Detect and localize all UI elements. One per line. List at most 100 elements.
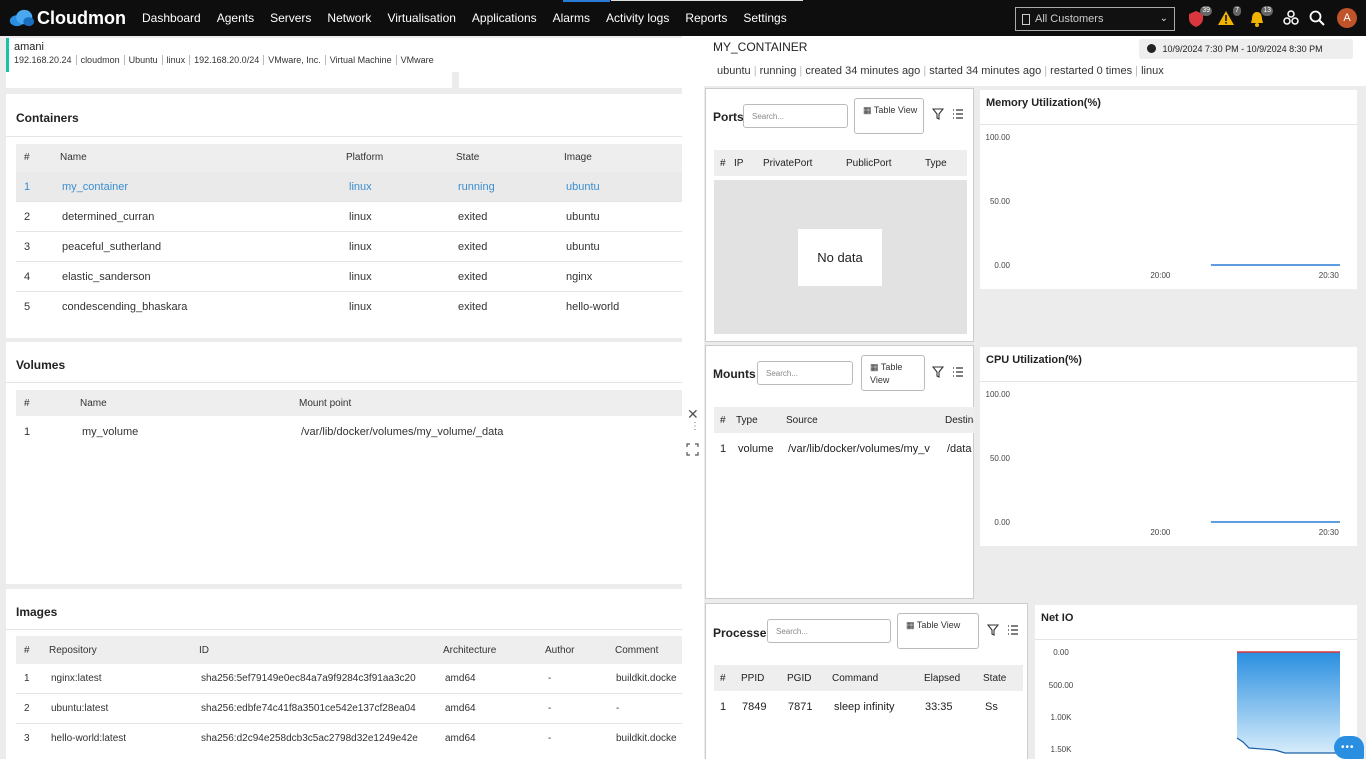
col-mount-point[interactable]: Mount point bbox=[299, 398, 351, 409]
processes-table-header: # PPID PGID Command Elapsed State bbox=[714, 665, 1023, 691]
expand-icon[interactable] bbox=[686, 443, 699, 456]
col-name[interactable]: Name bbox=[80, 398, 107, 409]
containers-title: Containers bbox=[16, 111, 79, 125]
table-row[interactable]: 3 hello-world:latest sha256:d2c94e258dcb… bbox=[16, 724, 682, 754]
cell-repository: hello-world:latest bbox=[51, 733, 127, 744]
col-image[interactable]: Image bbox=[564, 152, 592, 163]
col-ip[interactable]: IP bbox=[734, 158, 743, 169]
search-icon[interactable] bbox=[1309, 10, 1327, 28]
col-comment[interactable]: Comment bbox=[615, 645, 658, 656]
cell-index: 1 bbox=[720, 443, 727, 455]
processes-search-input[interactable]: Search... bbox=[767, 619, 891, 643]
left-pane: amani 192.168.20.24 cloudmon Ubuntu linux 19… bbox=[0, 36, 682, 759]
warning-icon[interactable]: 7 bbox=[1217, 6, 1241, 28]
meta-platform: linux bbox=[1141, 65, 1164, 77]
bell-icon[interactable]: 13 bbox=[1249, 6, 1273, 28]
cell-image: ubuntu bbox=[566, 181, 600, 193]
nav-servers[interactable]: Servers bbox=[270, 0, 311, 36]
col-private-port[interactable]: PrivatePort bbox=[763, 158, 812, 169]
col-type[interactable]: Type bbox=[736, 415, 758, 426]
filter-icon[interactable] bbox=[931, 366, 945, 381]
table-row[interactable]: 1 7849 7871 sleep infinity 33:35 Ss bbox=[714, 695, 1023, 723]
col-destination[interactable]: Destina bbox=[945, 415, 974, 426]
col-repository[interactable]: Repository bbox=[49, 645, 97, 656]
cell-index: 3 bbox=[24, 733, 30, 744]
apps-icon[interactable] bbox=[1283, 10, 1301, 28]
nav-dashboard[interactable]: Dashboard bbox=[142, 0, 201, 36]
table-row[interactable]: 1 my_container linux running ubuntu bbox=[16, 172, 682, 202]
col-platform[interactable]: Platform bbox=[346, 152, 383, 163]
col-architecture[interactable]: Architecture bbox=[443, 645, 496, 656]
nav-agents[interactable]: Agents bbox=[217, 0, 254, 36]
table-row[interactable]: 2 ubuntu:latest sha256:edbfe74c41f8a3501… bbox=[16, 694, 682, 724]
building-icon bbox=[1022, 13, 1030, 25]
col-type[interactable]: Type bbox=[925, 158, 947, 169]
col-pgid[interactable]: PGID bbox=[787, 673, 811, 684]
mounts-title: Mounts bbox=[713, 367, 756, 381]
col-state[interactable]: State bbox=[983, 673, 1006, 684]
col-name[interactable]: Name bbox=[60, 152, 87, 163]
host-subnet: 192.168.20.0/24 bbox=[189, 55, 264, 65]
column-settings-icon[interactable] bbox=[952, 108, 964, 123]
containers-panel: Containers # Name Platform State Image 1… bbox=[6, 94, 682, 338]
filter-icon[interactable] bbox=[931, 108, 945, 123]
ports-panel: Ports Search... ▦ Table View # IP Privat… bbox=[705, 88, 974, 342]
nav-alarms[interactable]: Alarms bbox=[553, 0, 590, 36]
nav-reports[interactable]: Reports bbox=[685, 0, 727, 36]
col-author[interactable]: Author bbox=[545, 645, 574, 656]
security-alert-icon[interactable]: 39 bbox=[1188, 6, 1212, 28]
cell-index: 2 bbox=[24, 703, 30, 714]
nav-network[interactable]: Network bbox=[327, 0, 371, 36]
cell-architecture: amd64 bbox=[445, 673, 476, 684]
table-row[interactable]: 5 condescending_bhaskara linux exited he… bbox=[16, 292, 682, 322]
col-state[interactable]: State bbox=[456, 152, 479, 163]
cloudmon-logo[interactable]: Cloudmon bbox=[8, 8, 126, 29]
cell-repository: nginx:latest bbox=[51, 673, 102, 684]
mounts-search-input[interactable]: Search... bbox=[757, 361, 853, 385]
time-range-picker[interactable]: 10/9/2024 7:30 PM - 10/9/2024 8:30 PM bbox=[1139, 39, 1353, 59]
customer-select[interactable]: All Customers ⌄ bbox=[1015, 7, 1175, 31]
column-settings-icon[interactable] bbox=[1007, 624, 1019, 639]
container-detail-pane: MY_CONTAINER 10/9/2024 7:30 PM - 10/9/20… bbox=[704, 36, 1366, 759]
chat-icon[interactable]: ••• bbox=[1334, 736, 1364, 759]
table-row[interactable]: 1 nginx:latest sha256:5ef79149e0ec84a7a9… bbox=[16, 664, 682, 694]
cell-index: 4 bbox=[24, 271, 31, 283]
cell-architecture: amd64 bbox=[445, 703, 476, 714]
table-row[interactable]: 1 volume /var/lib/docker/volumes/my_v /d… bbox=[714, 437, 974, 465]
ports-view-select[interactable]: ▦ Table View bbox=[854, 98, 924, 134]
col-command[interactable]: Command bbox=[832, 673, 878, 684]
table-row[interactable]: 2 determined_curran linux exited ubuntu bbox=[16, 202, 682, 232]
processes-title: Processes bbox=[713, 626, 774, 640]
table-row[interactable]: 1 my_volume /var/lib/docker/volumes/my_v… bbox=[16, 418, 682, 448]
col-ppid[interactable]: PPID bbox=[741, 673, 764, 684]
pane-divider: ✕ ⋮ bbox=[682, 36, 704, 759]
nav-applications[interactable]: Applications bbox=[472, 0, 537, 36]
memory-xtick-label: 20:00 bbox=[1150, 271, 1171, 280]
filter-icon[interactable] bbox=[986, 624, 1000, 639]
cell-pgid: 7871 bbox=[788, 701, 813, 713]
cell-author: - bbox=[548, 673, 552, 684]
col-elapsed[interactable]: Elapsed bbox=[924, 673, 960, 684]
table-row[interactable]: 3 peaceful_sutherland linux exited ubunt… bbox=[16, 232, 682, 262]
mounts-view-select[interactable]: ▦ Table View bbox=[861, 355, 925, 391]
cell-index: 2 bbox=[24, 211, 31, 223]
nav-activity-logs[interactable]: Activity logs bbox=[606, 0, 669, 36]
cell-architecture: amd64 bbox=[445, 733, 476, 744]
ports-search-input[interactable]: Search... bbox=[743, 104, 848, 128]
meta-image: ubuntu bbox=[717, 65, 751, 77]
nav-settings[interactable]: Settings bbox=[743, 0, 786, 36]
drag-handle-icon[interactable]: ⋮ bbox=[690, 422, 700, 432]
cpu-xtick-label: 20:00 bbox=[1150, 528, 1171, 537]
col-public-port[interactable]: PublicPort bbox=[846, 158, 892, 169]
cell-index: 1 bbox=[720, 701, 727, 713]
nav-virtualisation[interactable]: Virtualisation bbox=[387, 0, 455, 36]
table-row[interactable]: 4 elastic_sanderson linux exited nginx bbox=[16, 262, 682, 292]
col-source[interactable]: Source bbox=[786, 415, 818, 426]
col-id[interactable]: ID bbox=[199, 645, 209, 656]
netio-ytick-label: 500.00 bbox=[1049, 681, 1074, 690]
column-settings-icon[interactable] bbox=[952, 366, 964, 381]
processes-view-select[interactable]: ▦ Table View bbox=[897, 613, 979, 649]
cpu-xtick-label: 20:30 bbox=[1319, 528, 1340, 537]
time-range-value: 10/9/2024 7:30 PM - 10/9/2024 8:30 PM bbox=[1162, 44, 1323, 54]
avatar[interactable]: A bbox=[1337, 8, 1357, 28]
